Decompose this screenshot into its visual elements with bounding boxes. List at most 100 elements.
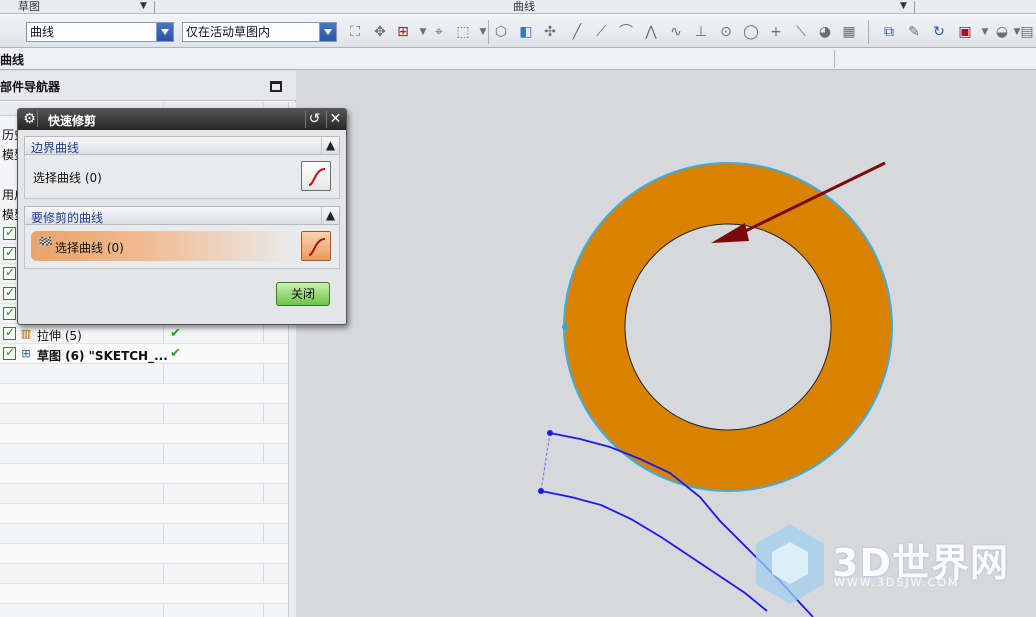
- table-row: [0, 444, 288, 464]
- polyline-icon[interactable]: ⋀: [642, 23, 660, 41]
- group-separator: [154, 1, 155, 13]
- layer-icon[interactable]: ▤: [1018, 23, 1036, 41]
- feature-row-extrude[interactable]: ▥ 拉伸 (5) ✔: [0, 324, 288, 344]
- feature-row-sketch[interactable]: ⊞ 草图 (6) "SKETCH_... ✔: [0, 344, 288, 364]
- section-title: 要修剪的曲线: [31, 211, 104, 225]
- table-row: [0, 404, 288, 424]
- view-triad-icon[interactable]: ⬡: [492, 23, 510, 41]
- curve-endpoint[interactable]: [547, 430, 553, 436]
- connector-line[interactable]: [540, 432, 551, 492]
- display-mode-icon[interactable]: ▣: [956, 23, 974, 41]
- group-label-curve: 曲线: [513, 0, 535, 13]
- toolbar-separator: [488, 20, 489, 44]
- feature-selection-icon[interactable]: ✥: [371, 23, 389, 41]
- curve-endpoint[interactable]: [538, 488, 544, 494]
- visibility-checkbox[interactable]: [3, 245, 16, 260]
- maximize-icon[interactable]: [270, 81, 282, 92]
- sketch-settings-icon[interactable]: ✎: [905, 23, 923, 41]
- refresh-icon[interactable]: ↻: [930, 23, 948, 41]
- visibility-checkbox[interactable]: [3, 225, 16, 240]
- selection-filter-combo[interactable]: 曲线: [26, 22, 174, 42]
- sketch-icon: ⊞: [21, 347, 31, 360]
- move-handle-icon[interactable]: ✣: [541, 23, 559, 41]
- section-header-boundary[interactable]: 边界曲线 ▲: [24, 136, 340, 155]
- select-curve-button[interactable]: [301, 161, 331, 191]
- section-body-trim: 🏁 选择曲线 (0): [24, 225, 340, 269]
- collapse-up-icon[interactable]: ▲: [321, 137, 339, 154]
- group-curve-chevron-down-icon[interactable]: ▼: [900, 0, 907, 13]
- fillet-icon[interactable]: ◕: [816, 23, 834, 41]
- spline-icon[interactable]: ∿: [667, 23, 685, 41]
- watermark-url: WWW.3DSJW.COM: [834, 576, 960, 589]
- select-curve-label: 选择曲线 (0): [33, 171, 102, 185]
- solid-body-icon[interactable]: ◧: [517, 23, 535, 41]
- section-title: 边界曲线: [31, 141, 80, 155]
- feature-name: 草图 (6) "SKETCH_...: [37, 349, 168, 363]
- zoom-fit-icon[interactable]: ⧉: [880, 23, 898, 41]
- visibility-checkbox[interactable]: [3, 345, 16, 360]
- inner-circle[interactable]: [624, 223, 832, 431]
- blue-spline-curve-lower[interactable]: [540, 490, 768, 612]
- cross-point-icon[interactable]: +: [767, 23, 785, 41]
- table-row: [0, 364, 288, 384]
- table-row: [0, 464, 288, 484]
- selection-filter-value: 曲线: [30, 25, 55, 39]
- grid-icon[interactable]: ▦: [840, 23, 858, 41]
- toolbar: 曲线 仅在活动草图内 ⛶ ✥ ⊞ ▼ ⌖ ⬚ ▼ ⬡ ◧ ✣ ╱ ⟋ ⌒ ⋀ ∿…: [0, 14, 1036, 48]
- visibility-checkbox[interactable]: [3, 265, 16, 280]
- check-icon: ✔: [170, 346, 181, 361]
- navigator-header: 部件导航器: [0, 71, 296, 101]
- chevron-down-icon[interactable]: ▼: [976, 23, 994, 41]
- table-row: [0, 524, 288, 544]
- snap-point-icon[interactable]: ⊞: [394, 23, 412, 41]
- line-2-icon[interactable]: ⟋: [592, 23, 610, 41]
- selection-scope-value: 仅在活动草图内: [186, 25, 271, 39]
- quick-trim-dialog: ⚙ 快速修剪 ↺ ✕ 边界曲线 ▲ 选择曲线 (0) 要修剪的曲线 ▲ 🏁 选择…: [17, 108, 347, 325]
- gear-icon[interactable]: ⚙: [22, 111, 38, 127]
- select-curve-button[interactable]: [301, 231, 331, 261]
- ring-center-dot[interactable]: [562, 324, 568, 330]
- circle-center-icon[interactable]: ⊙: [717, 23, 735, 41]
- curve-select-icon: [308, 168, 326, 186]
- task-bar-title: 曲线: [0, 53, 25, 67]
- chevron-down-icon[interactable]: ▼: [474, 23, 492, 41]
- section-header-trim[interactable]: 要修剪的曲线 ▲: [24, 206, 340, 225]
- reset-icon[interactable]: ↺: [305, 111, 323, 128]
- table-row: [0, 484, 288, 504]
- select-node-icon[interactable]: ⌖: [430, 23, 448, 41]
- visibility-checkbox[interactable]: [3, 325, 16, 340]
- group-separator: [914, 1, 915, 13]
- visibility-checkbox[interactable]: [3, 285, 16, 300]
- check-icon: ✔: [170, 326, 181, 341]
- watermark: 3D世界网 WWW.3DSJW.COM: [752, 520, 1022, 610]
- sketch-task-bar: 曲线: [0, 48, 1036, 70]
- toolbar-separator: [868, 20, 869, 44]
- chevron-down-icon[interactable]: [319, 23, 336, 41]
- line-icon[interactable]: ╱: [568, 23, 586, 41]
- watermark-cube-icon: [756, 524, 824, 604]
- navigator-title: 部件导航器: [0, 80, 61, 94]
- circle-icon[interactable]: ◯: [742, 23, 760, 41]
- arc-icon[interactable]: ⌒: [617, 23, 635, 41]
- group-label-sketch: 草图: [18, 0, 40, 13]
- general-selection-icon[interactable]: ⛶: [346, 23, 364, 41]
- curve-select-icon: [308, 238, 326, 256]
- group-sketch-chevron-down-icon[interactable]: ▼: [140, 0, 147, 13]
- point-icon[interactable]: ⊥: [692, 23, 710, 41]
- close-icon[interactable]: ✕: [326, 111, 344, 128]
- rectangle-select-icon[interactable]: ⬚: [454, 23, 472, 41]
- table-row: [0, 384, 288, 404]
- close-button[interactable]: 关闭: [276, 282, 330, 306]
- dialog-title: 快速修剪: [48, 114, 97, 128]
- active-selection-step[interactable]: 🏁 选择曲线 (0): [31, 231, 293, 261]
- section-body-boundary: 选择曲线 (0): [24, 155, 340, 199]
- extrude-icon: ▥: [20, 327, 32, 340]
- diagonal-line-icon[interactable]: ⟍: [792, 23, 810, 41]
- chevron-down-icon[interactable]: [156, 23, 173, 41]
- dialog-titlebar[interactable]: ⚙ 快速修剪 ↺ ✕: [18, 109, 346, 130]
- select-curve-label: 选择曲线 (0): [55, 241, 124, 255]
- selection-scope-combo[interactable]: 仅在活动草图内: [182, 22, 337, 42]
- collapse-up-icon[interactable]: ▲: [321, 207, 339, 224]
- visibility-checkbox[interactable]: [3, 305, 16, 320]
- checkered-flag-icon: 🏁: [37, 237, 54, 252]
